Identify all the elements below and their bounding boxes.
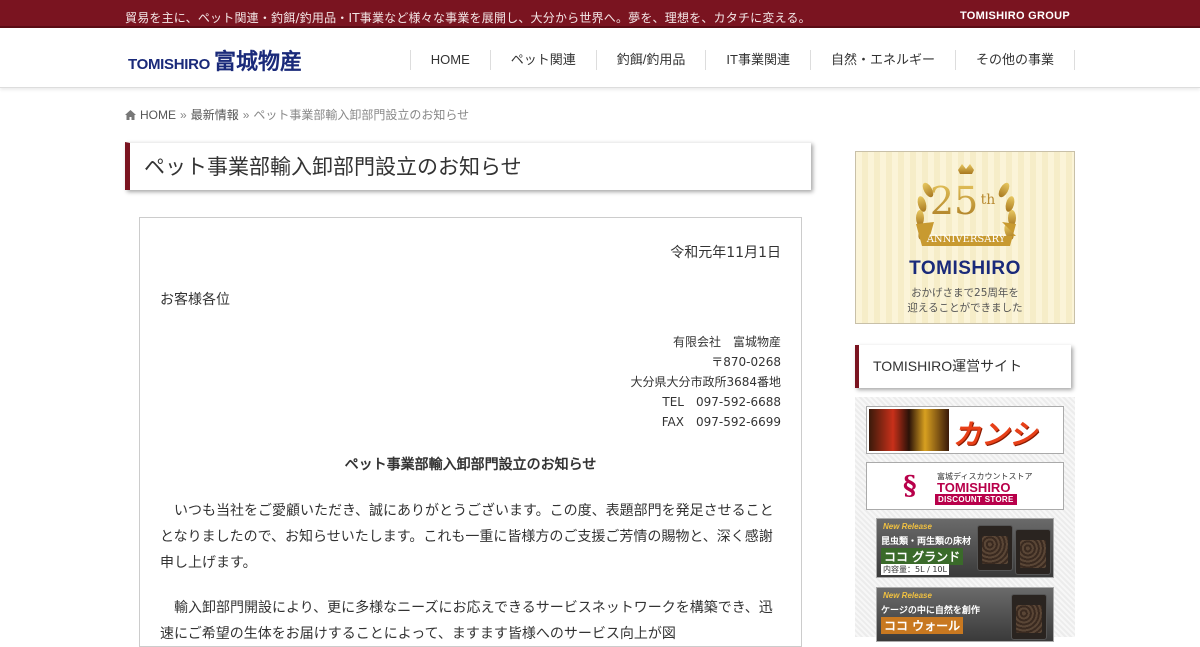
coco-wall-banner[interactable]: New Release ケージの中に自然を創作 ココ ウォール bbox=[876, 587, 1054, 642]
site-header: TOMISHIRO 富城物産 HOME ペット関連 釣餌/釣用品 IT事業関連 … bbox=[0, 28, 1200, 88]
top-bar: 貿易を主に、ペット関連・釣餌/釣用品・IT事業など様々な事業を展開し、大分から世… bbox=[0, 0, 1200, 28]
home-icon bbox=[125, 109, 136, 120]
group-link[interactable]: TOMISHIRO GROUP bbox=[960, 10, 1070, 22]
breadcrumb-sep: » bbox=[242, 107, 250, 122]
paragraph-2: 輸入卸部門開設により、更に多様なニーズにお応えできるサービスネットワークを構築で… bbox=[160, 600, 773, 642]
anniv-suffix: th bbox=[981, 192, 996, 208]
site-banner-list: カンシヤ § 富城ディスカウントストア TOMISHIRO DISCOUNT S… bbox=[855, 397, 1075, 642]
coco-ground-sub: 昆虫類・両生類の床材 bbox=[881, 537, 972, 547]
sites-section-title: TOMISHIRO運営サイト bbox=[855, 345, 1071, 388]
breadcrumb-sep: » bbox=[180, 107, 187, 122]
nav-it[interactable]: IT事業関連 bbox=[705, 50, 810, 70]
discount-store-banner[interactable]: § 富城ディスカウントストア TOMISHIRO DISCOUNT STORE bbox=[866, 462, 1064, 510]
sites-title-text: TOMISHIRO運営サイト bbox=[873, 358, 1023, 374]
page-title: ペット事業部輸入卸部門設立のお知らせ bbox=[144, 155, 522, 179]
nav-fishing[interactable]: 釣餌/釣用品 bbox=[595, 50, 706, 70]
logo-en: TOMISHIRO bbox=[128, 56, 211, 73]
nav-pet[interactable]: ペット関連 bbox=[489, 50, 596, 70]
kanshiya-logo: カンシヤ bbox=[953, 418, 1038, 451]
logo-jp: 富城物産 bbox=[214, 50, 303, 75]
new-release-label: New Release bbox=[883, 591, 932, 600]
anniv-brand: TOMISHIRO bbox=[909, 258, 1021, 279]
sender-postal: 〒870-0268 bbox=[711, 355, 781, 369]
anniv-msg-line2: 迎えることができました bbox=[907, 302, 1023, 314]
nav-other[interactable]: その他の事業 bbox=[954, 50, 1075, 70]
sender-company: 有限会社 富城物産 bbox=[672, 335, 781, 349]
page-title-box: ペット事業部輸入卸部門設立のお知らせ bbox=[125, 142, 811, 190]
paragraph-1: いつも当社をご愛顧いただき、誠にありがとうございます。この度、表題部門を発足させ… bbox=[160, 503, 774, 571]
coco-ground-capacity: 内容量：5L / 10L bbox=[881, 564, 949, 575]
anniv-message: おかげさまで25周年を 迎えることができました bbox=[856, 286, 1074, 316]
sender-tel: TEL 097-592-6688 bbox=[662, 395, 781, 409]
breadcrumb-home[interactable]: HOME bbox=[140, 108, 176, 122]
product-bag-image bbox=[1011, 594, 1047, 640]
new-release-label: New Release bbox=[883, 522, 932, 531]
nav-energy[interactable]: 自然・エネルギー bbox=[809, 50, 955, 70]
kanshiya-product-image bbox=[869, 409, 949, 451]
anniv-ribbon: ANNIVERSARY bbox=[926, 234, 1006, 245]
site-logo[interactable]: TOMISHIRO 富城物産 bbox=[128, 44, 302, 76]
sender-block: 有限会社 富城物産 〒870-0268 大分県大分市政所3684番地 TEL 0… bbox=[630, 332, 781, 432]
breadcrumb-current: ペット事業部輸入卸部門設立のお知らせ bbox=[253, 108, 470, 122]
laurel-wreath-icon: 25 th ANNIVERSARY bbox=[916, 164, 1016, 246]
discount-store-mark-icon: § bbox=[903, 471, 917, 501]
ds-sub: DISCOUNT STORE bbox=[935, 494, 1017, 505]
salutation: お客様各位 bbox=[160, 292, 230, 308]
breadcrumb-section[interactable]: 最新情報 bbox=[191, 106, 239, 123]
anniv-msg-line1: おかげさまで25周年を bbox=[911, 287, 1019, 299]
product-bag-image bbox=[977, 525, 1013, 571]
coco-ground-name: ココ グランド bbox=[881, 548, 964, 565]
nav-home[interactable]: HOME bbox=[409, 50, 490, 70]
coco-wall-name: ココ ウォール bbox=[881, 617, 964, 634]
article-body: 令和元年11月1日 お客様各位 有限会社 富城物産 〒870-0268 大分県大… bbox=[139, 217, 802, 647]
kanshiya-banner[interactable]: カンシヤ bbox=[866, 406, 1064, 454]
notice-title: ペット事業部輸入卸部門設立のお知らせ bbox=[344, 457, 597, 473]
tagline: 貿易を主に、ペット関連・釣餌/釣用品・IT事業など様々な事業を展開し、大分から世… bbox=[125, 11, 811, 25]
article-date: 令和元年11月1日 bbox=[670, 245, 781, 261]
main-nav: HOME ペット関連 釣餌/釣用品 IT事業関連 自然・エネルギー その他の事業 bbox=[409, 50, 1075, 70]
product-bag-image bbox=[1015, 529, 1051, 575]
anniversary-banner[interactable]: 25 th ANNIVERSARY TOMISHIRO おかげさまで25周年を … bbox=[855, 151, 1075, 324]
sender-address: 大分県大分市政所3684番地 bbox=[630, 375, 781, 389]
anniv-number: 25 bbox=[930, 179, 978, 223]
ds-brand: TOMISHIRO bbox=[937, 480, 1011, 495]
breadcrumb: HOME » 最新情報 » ペット事業部輸入卸部門設立のお知らせ bbox=[125, 106, 469, 123]
coco-wall-sub: ケージの中に自然を創作 bbox=[881, 606, 980, 616]
sender-fax: FAX 097-592-6699 bbox=[661, 415, 781, 429]
coco-ground-banner[interactable]: New Release 昆虫類・両生類の床材 ココ グランド 内容量：5L / … bbox=[876, 518, 1054, 578]
